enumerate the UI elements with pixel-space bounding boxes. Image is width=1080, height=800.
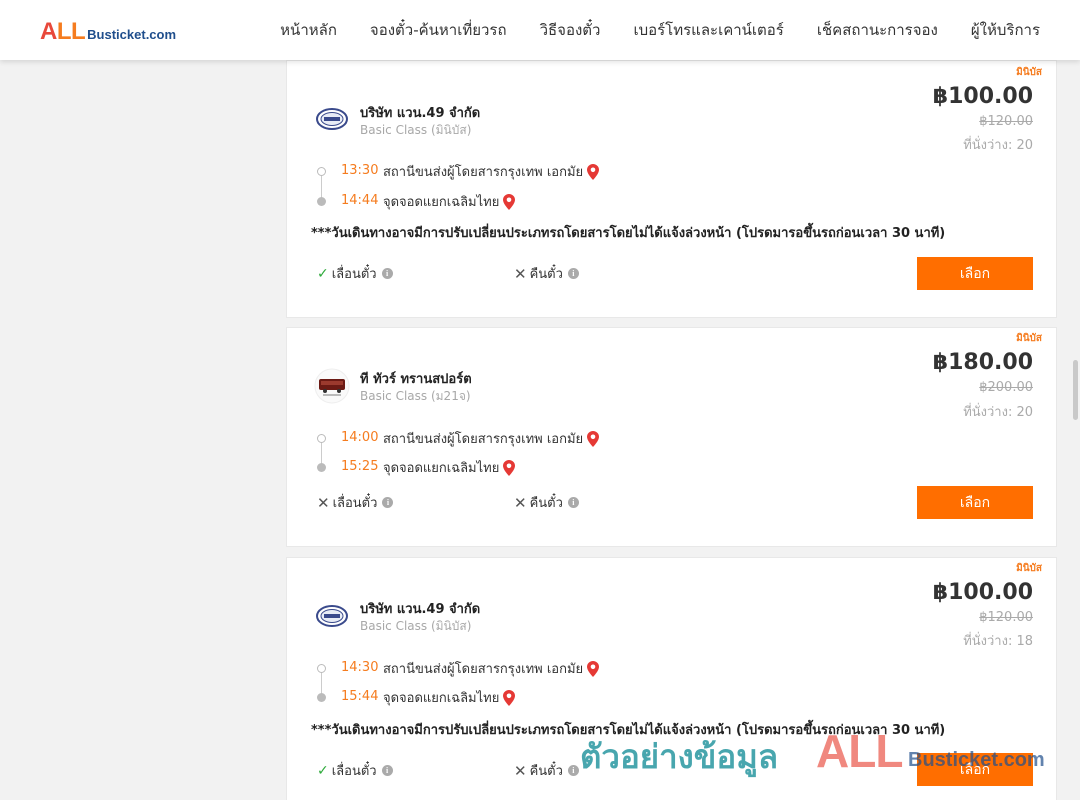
operator-logo [314, 101, 350, 137]
arrive-dot [317, 693, 326, 702]
nav-contact[interactable]: เบอร์โทรและเคาน์เตอร์ [633, 18, 783, 42]
old-price: ฿120.00 [979, 610, 1033, 625]
depart-time: 13:30 [341, 163, 379, 178]
cross-icon: ✕ [514, 493, 527, 512]
refund-policy: ✕ คืนตั๋ว i [514, 492, 579, 513]
check-icon: ✓ [317, 265, 329, 282]
depart-place: สถานีขนส่งผู้โดยสารกรุงเทพ เอกมัย [383, 658, 600, 679]
info-icon[interactable]: i [381, 268, 393, 279]
cross-icon: ✕ [317, 493, 330, 512]
arrive-time: 14:44 [341, 193, 379, 208]
logo-busticket: Busticket.com [87, 27, 177, 42]
refund-policy: ✕ คืนตั๋ว i [514, 760, 579, 781]
logo-all: ALL [40, 18, 86, 45]
site-logo[interactable]: ALL Busticket.com [40, 18, 176, 46]
operator-name: บริษัท แวน.49 จำกัด [360, 602, 481, 617]
map-pin-icon[interactable] [587, 430, 600, 447]
scrollbar-thumb[interactable] [1073, 360, 1078, 420]
vehicle-type-badge: มินิบัส [1016, 333, 1042, 344]
map-pin-icon[interactable] [587, 163, 600, 180]
operator-logo [314, 598, 350, 634]
main-nav: หน้าหลัก จองตั๋ว-ค้นหาเที่ยวรถ วิธีจองตั… [247, 0, 1040, 60]
info-icon[interactable]: i [382, 497, 394, 508]
operator-class: Basic Class (ม21จ) [360, 389, 471, 403]
arrive-dot [317, 463, 326, 472]
cross-icon: ✕ [514, 264, 527, 283]
trip-card: มินิบัส ที ทัวร์ ทรานสปอร์ต Basic Class … [286, 327, 1057, 547]
price: ฿100.00 [932, 84, 1033, 109]
map-pin-icon[interactable] [503, 193, 516, 210]
nav-home[interactable]: หน้าหลัก [280, 18, 337, 42]
map-pin-icon[interactable] [587, 660, 600, 677]
old-price: ฿120.00 [979, 114, 1033, 129]
trip-card: มินิบัส บริษัท แวน.49 จำกัด Basic Class … [286, 60, 1057, 318]
seats-available: ที่นั่งว่าง: 20 [963, 138, 1033, 153]
info-icon[interactable]: i [567, 765, 579, 776]
cross-icon: ✕ [514, 761, 527, 780]
depart-place: สถานีขนส่งผู้โดยสารกรุงเทพ เอกมัย [383, 428, 600, 449]
depart-dot [317, 664, 326, 673]
operator-logo [314, 368, 350, 404]
arrive-time: 15:44 [341, 689, 379, 704]
depart-dot [317, 434, 326, 443]
old-price: ฿200.00 [979, 380, 1033, 395]
nav-check-status[interactable]: เช็คสถานะการจอง [817, 18, 938, 42]
price: ฿180.00 [932, 350, 1033, 375]
select-button[interactable]: เลือก [917, 257, 1033, 290]
top-navbar: ALL Busticket.com หน้าหลัก จองตั๋ว-ค้นหา… [0, 0, 1080, 60]
notice-text: ***วันเดินทางอาจมีการปรับเปลี่ยนประเภทรถ… [311, 226, 946, 241]
watermark-logo-all: ALL [816, 725, 903, 777]
depart-place: สถานีขนส่งผู้โดยสารกรุงเทพ เอกมัย [383, 161, 600, 182]
vehicle-type-badge: มินิบัส [1016, 67, 1042, 78]
depart-time: 14:30 [341, 660, 379, 675]
map-pin-icon[interactable] [503, 689, 516, 706]
seats-available: ที่นั่งว่าง: 20 [963, 405, 1033, 420]
arrive-time: 15:25 [341, 459, 379, 474]
vehicle-type-badge: มินิบัส [1016, 563, 1042, 574]
info-icon[interactable]: i [381, 765, 393, 776]
check-icon: ✓ [317, 762, 329, 779]
map-pin-icon[interactable] [503, 459, 516, 476]
operator-class: Basic Class (มินิบัส) [360, 619, 472, 633]
arrive-dot [317, 197, 326, 206]
operator-class: Basic Class (มินิบัส) [360, 123, 472, 137]
watermark-text: ตัวอย่างข้อมูล [580, 737, 779, 776]
watermark-logo-busticket: Busticket.com [908, 749, 1045, 771]
nav-book-search[interactable]: จองตั๋ว-ค้นหาเที่ยวรถ [370, 18, 507, 42]
reschedule-policy: ✕ เลื่อนตั๋ว i [317, 492, 394, 513]
depart-dot [317, 167, 326, 176]
reschedule-policy: ✓ เลื่อนตั๋ว i [317, 263, 393, 284]
nav-how-to-book[interactable]: วิธีจองตั๋ว [540, 18, 601, 42]
reschedule-policy: ✓ เลื่อนตั๋ว i [317, 760, 393, 781]
select-button[interactable]: เลือก [917, 486, 1033, 519]
arrive-place: จุดจอดแยกเฉลิมไทย [383, 457, 516, 478]
depart-time: 14:00 [341, 430, 379, 445]
info-icon[interactable]: i [567, 268, 579, 279]
refund-policy: ✕ คืนตั๋ว i [514, 263, 579, 284]
arrive-place: จุดจอดแยกเฉลิมไทย [383, 191, 516, 212]
price: ฿100.00 [932, 580, 1033, 605]
info-icon[interactable]: i [567, 497, 579, 508]
nav-operators[interactable]: ผู้ให้บริการ [971, 18, 1040, 42]
seats-available: ที่นั่งว่าง: 18 [963, 634, 1033, 649]
operator-name: ที ทัวร์ ทรานสปอร์ต [360, 372, 472, 387]
arrive-place: จุดจอดแยกเฉลิมไทย [383, 687, 516, 708]
operator-name: บริษัท แวน.49 จำกัด [360, 106, 481, 121]
